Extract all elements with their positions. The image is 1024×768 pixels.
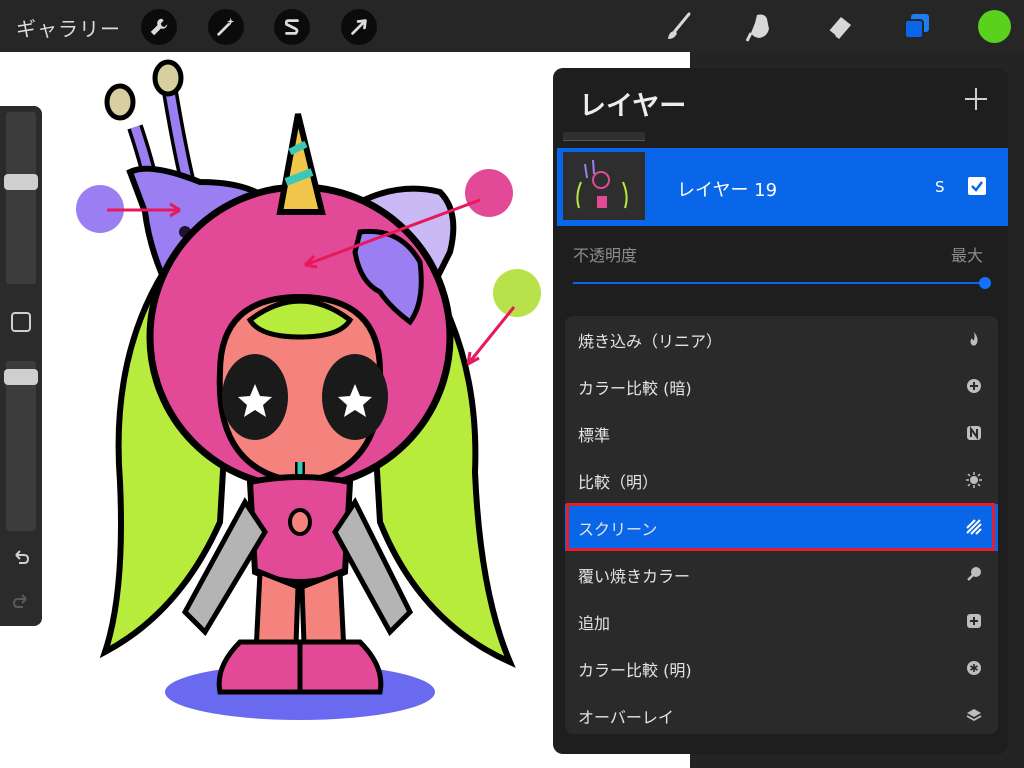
square-icon[interactable] — [11, 312, 31, 332]
opacity-slider-knob[interactable] — [979, 277, 991, 289]
plus-square-icon — [965, 612, 983, 630]
previous-layer-peek — [563, 132, 645, 141]
layer-name: レイヤー 19 — [677, 180, 778, 201]
blend-mode-label: 覆い焼きカラー — [578, 567, 691, 586]
asterisk-circle-icon — [965, 659, 983, 677]
blend-mode-label: オーバーレイ — [578, 708, 674, 727]
blend-mode-lighter-color[interactable]: カラー比較 (明) — [565, 645, 998, 692]
opacity-slider[interactable] — [573, 277, 991, 289]
layers-icon[interactable] — [897, 8, 935, 46]
eraser-icon[interactable] — [820, 8, 858, 46]
n-badge-icon — [965, 424, 983, 442]
opacity-value: 最大 — [951, 246, 984, 265]
wrench-icon[interactable] — [141, 9, 177, 45]
brush-size-slider[interactable] — [4, 112, 38, 284]
layer-stack-icon — [965, 706, 983, 724]
plus-icon[interactable] — [963, 86, 989, 112]
highlight-box — [566, 503, 995, 551]
opacity-label: 不透明度 — [573, 246, 638, 265]
smudge-icon[interactable] — [740, 8, 778, 46]
blend-mode-label: 追加 — [578, 614, 611, 633]
brush-opacity-slider[interactable] — [4, 361, 38, 531]
brush-opacity-thumb[interactable] — [4, 368, 38, 385]
sunburst-icon — [965, 471, 983, 489]
magnifier-icon — [965, 565, 983, 583]
layers-panel: レイヤー レイヤー 19 S 不透明度 最大 焼き込み（リニア） カラー比較 (… — [553, 68, 1008, 754]
blend-mode-label: カラー比較 (明) — [578, 661, 692, 680]
gallery-button[interactable]: ギャラリー — [16, 13, 121, 42]
blend-mode-label: 標準 — [578, 426, 611, 445]
blend-mode-label: 焼き込み（リニア） — [578, 332, 723, 351]
flame-icon — [965, 330, 983, 348]
blend-mode-color-dodge[interactable]: 覆い焼きカラー — [565, 551, 998, 598]
brush-icon[interactable] — [660, 8, 698, 46]
blend-mode-normal[interactable]: 標準 — [565, 410, 998, 457]
panel-title: レイヤー — [579, 91, 687, 122]
magic-wand-icon[interactable] — [208, 9, 244, 45]
layer-thumbnail — [563, 152, 645, 220]
layer-row[interactable]: レイヤー 19 S — [557, 148, 1008, 226]
visibility-checkbox[interactable] — [968, 177, 986, 195]
undo-icon[interactable] — [10, 546, 32, 568]
blend-mode-linear-burn[interactable]: 焼き込み（リニア） — [565, 316, 998, 363]
left-sidebar — [0, 106, 42, 626]
blend-mode-lighten[interactable]: 比較（明） — [565, 457, 998, 504]
blend-mode-label: 比較（明） — [578, 473, 659, 492]
redo-icon[interactable] — [10, 590, 32, 612]
blend-mode-overlay[interactable]: オーバーレイ — [565, 692, 998, 739]
brush-size-thumb[interactable] — [4, 174, 38, 191]
blend-mode-letter[interactable]: S — [935, 178, 945, 196]
blend-mode-label: カラー比較 (暗) — [578, 379, 692, 398]
blend-mode-darker-color[interactable]: カラー比較 (暗) — [565, 363, 998, 410]
blend-mode-add[interactable]: 追加 — [565, 598, 998, 645]
plus-circle-icon — [965, 377, 983, 395]
color-swatch-button[interactable] — [978, 10, 1011, 43]
arrow-cursor-icon[interactable] — [341, 9, 377, 45]
selection-s-icon[interactable] — [274, 9, 310, 45]
top-toolbar: ギャラリー — [0, 0, 1024, 52]
